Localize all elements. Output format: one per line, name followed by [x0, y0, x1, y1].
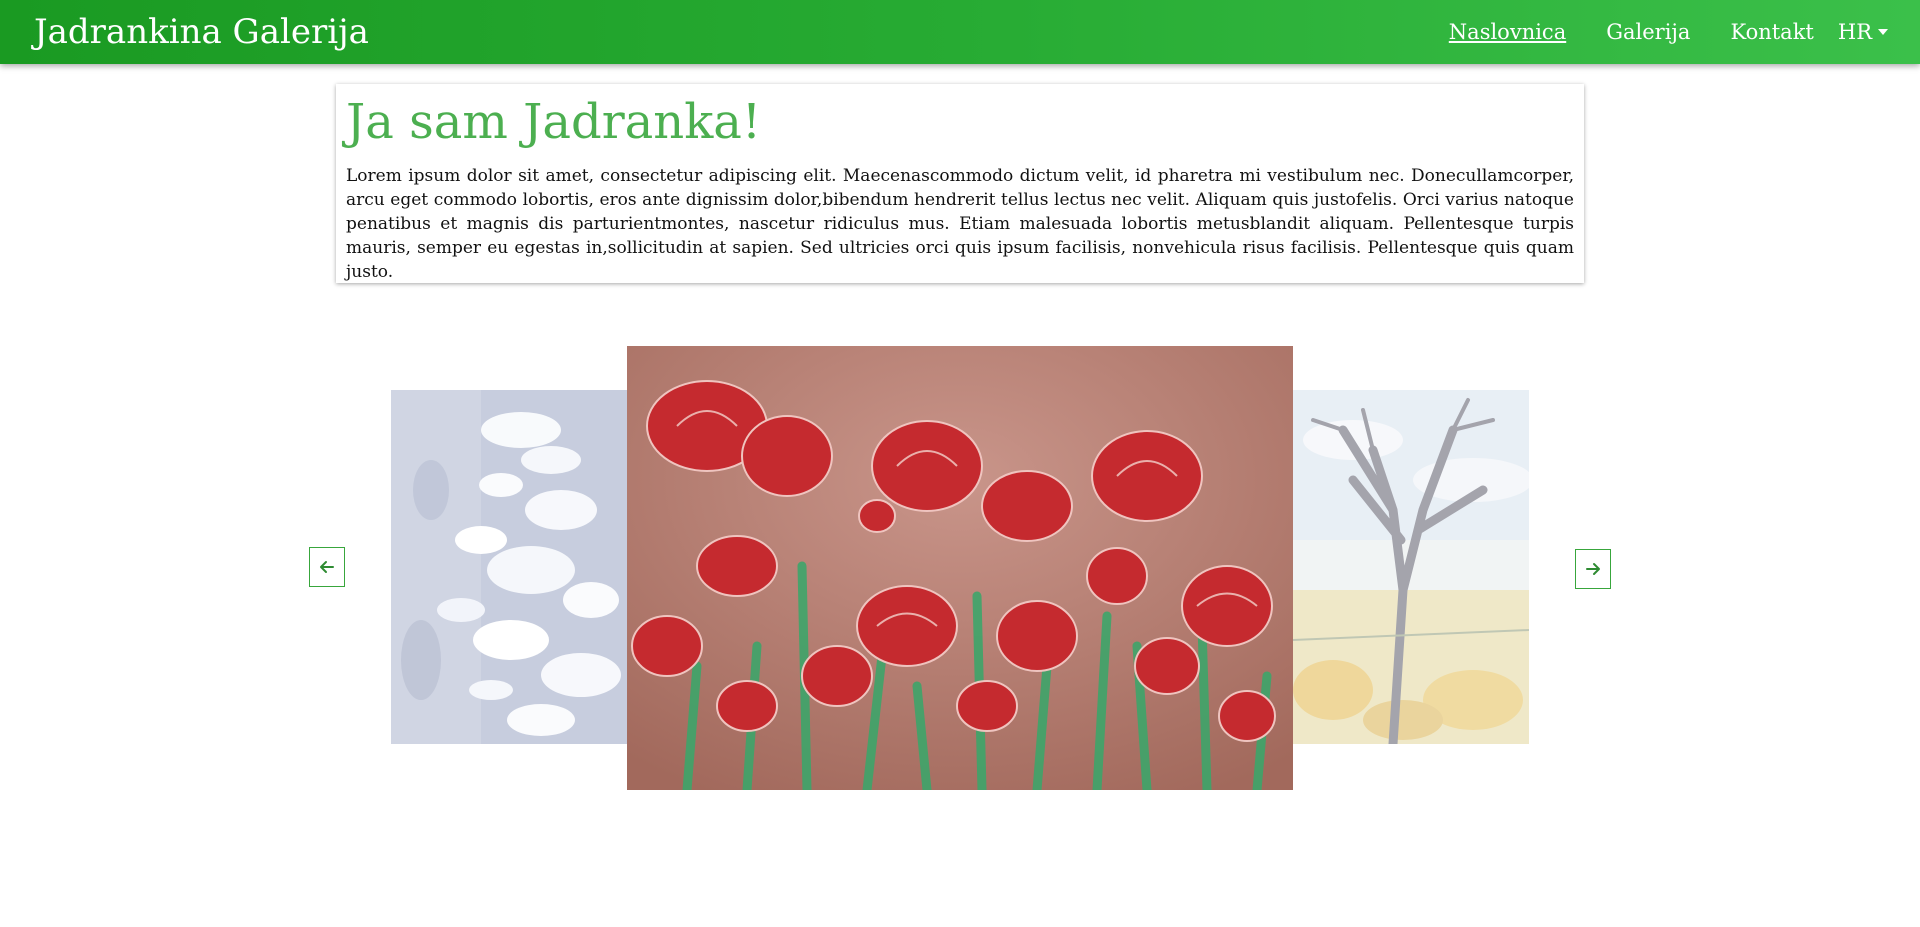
- nav-link-galerija[interactable]: Galerija: [1606, 20, 1690, 44]
- nav-link-naslovnica[interactable]: Naslovnica: [1449, 20, 1566, 44]
- top-navbar: Jadrankina Galerija Naslovnica Galerija …: [0, 0, 1920, 64]
- language-dropdown[interactable]: HR: [1838, 20, 1888, 44]
- carousel-next-button[interactable]: [1575, 549, 1611, 589]
- language-label: HR: [1837, 20, 1872, 44]
- carousel-prev-button[interactable]: [309, 547, 345, 587]
- arrow-right-icon: [1586, 563, 1600, 575]
- abstract-painting-image: [391, 390, 627, 744]
- nav-links: Naslovnica Galerija Kontakt HR: [1409, 0, 1888, 64]
- arrow-left-icon: [320, 561, 334, 573]
- site-brand[interactable]: Jadrankina Galerija: [34, 12, 369, 52]
- carousel-slide-next[interactable]: [1293, 390, 1529, 744]
- nav-link-kontakt[interactable]: Kontakt: [1730, 20, 1813, 44]
- painting-carousel: [0, 0, 1920, 927]
- carousel-slide-previous[interactable]: [391, 390, 627, 744]
- caret-down-icon: [1878, 29, 1888, 35]
- poppies-painting-image: [627, 346, 1293, 790]
- tree-painting-image: [1293, 390, 1529, 744]
- carousel-slide-active[interactable]: [627, 346, 1293, 790]
